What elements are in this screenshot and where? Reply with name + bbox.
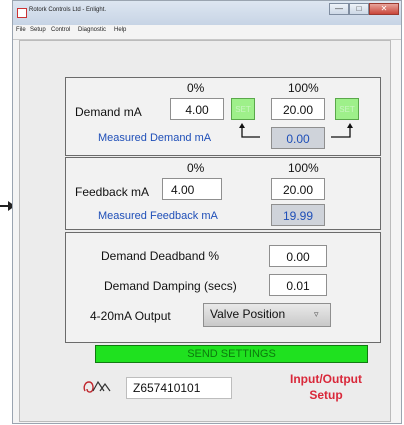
feedback-high-field[interactable]: 20.00	[271, 178, 325, 200]
menu-bar: File Setup Control Diagnostic Help	[13, 25, 401, 40]
demand-label: Demand mA	[75, 105, 142, 119]
app-icon	[17, 8, 27, 18]
damping-field[interactable]: 0.01	[269, 274, 327, 296]
deadband-label: Demand Deadband %	[101, 249, 220, 263]
feedback-label: Feedback mA	[75, 185, 150, 199]
arrow-up-right-icon	[331, 123, 353, 138]
feedback-pct-high: 100%	[288, 161, 319, 175]
close-button[interactable]: ✕	[369, 3, 399, 15]
measured-demand-label: Measured Demand mA	[98, 132, 212, 144]
feedback-low-field[interactable]: 4.00	[162, 178, 222, 200]
menu-file[interactable]: File	[16, 27, 26, 33]
demand-low-field[interactable]: 4.00	[170, 98, 224, 120]
feedback-group: 0% 100% Feedback mA 4.00 20.00 Measured …	[65, 157, 381, 230]
deadband-field[interactable]: 0.00	[269, 245, 327, 267]
window-title: Rotork Controls Ltd - Enlight.	[29, 7, 107, 13]
measured-feedback-label: Measured Feedback mA	[98, 210, 218, 222]
demand-pct-low: 0%	[187, 81, 205, 95]
menu-control[interactable]: Control	[51, 27, 70, 33]
arrow-up-left-icon	[239, 123, 260, 138]
io-label-line2: Setup	[309, 388, 343, 402]
maximize-button[interactable]: □	[349, 3, 369, 15]
demand-high-set-button[interactable]: SET	[335, 98, 359, 120]
serial-number-field: Z657410101	[126, 377, 232, 399]
app-window: Rotork Controls Ltd - Enlight. — □ ✕ Fil…	[12, 0, 402, 424]
menu-diagnostic[interactable]: Diagnostic	[78, 27, 106, 33]
io-label-line1: Input/Output	[290, 372, 362, 386]
menu-setup[interactable]: Setup	[30, 27, 46, 33]
output-label: 4-20mA Output	[90, 309, 171, 323]
measured-feedback-value: 19.99	[271, 204, 325, 226]
minimize-button[interactable]: —	[329, 3, 349, 15]
demand-pct-high: 100%	[288, 81, 319, 95]
chevron-down-icon: ▿	[314, 309, 319, 319]
measured-demand-value: 0.00	[271, 127, 325, 149]
rotork-logo-icon	[83, 380, 111, 393]
demand-low-set-button[interactable]: SET	[231, 98, 255, 120]
feedback-pct-low: 0%	[187, 161, 205, 175]
settings-group: Demand Deadband % 0.00 Demand Damping (s…	[65, 232, 381, 343]
output-dropdown[interactable]: Valve Position ▿	[203, 303, 331, 327]
io-setup-label: Input/Output Setup	[282, 371, 370, 403]
demand-high-field[interactable]: 20.00	[271, 98, 325, 120]
demand-group: 0% 100% Demand mA 4.00 SET 20.00 SET Mea…	[65, 77, 381, 156]
damping-label: Demand Damping (secs)	[104, 279, 237, 293]
title-bar: Rotork Controls Ltd - Enlight. — □ ✕	[13, 1, 401, 25]
output-dropdown-value: Valve Position	[210, 307, 286, 321]
client-area: 0% 100% Demand mA 4.00 SET 20.00 SET Mea…	[19, 40, 391, 422]
send-settings-button[interactable]: SEND SETTINGS	[95, 345, 368, 363]
menu-help[interactable]: Help	[114, 27, 126, 33]
